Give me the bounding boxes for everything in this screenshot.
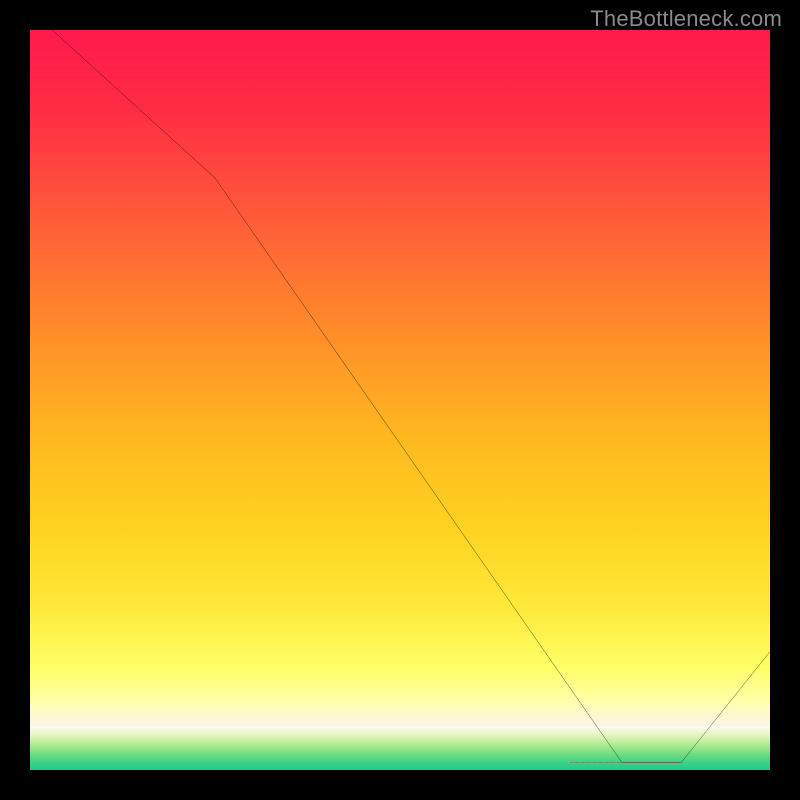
chart-frame: TheBottleneck.com [0,0,800,800]
watermark-text: TheBottleneck.com [590,6,782,32]
plot-area [30,30,770,770]
bottleneck-curve [52,30,770,763]
curve-layer [30,30,770,770]
